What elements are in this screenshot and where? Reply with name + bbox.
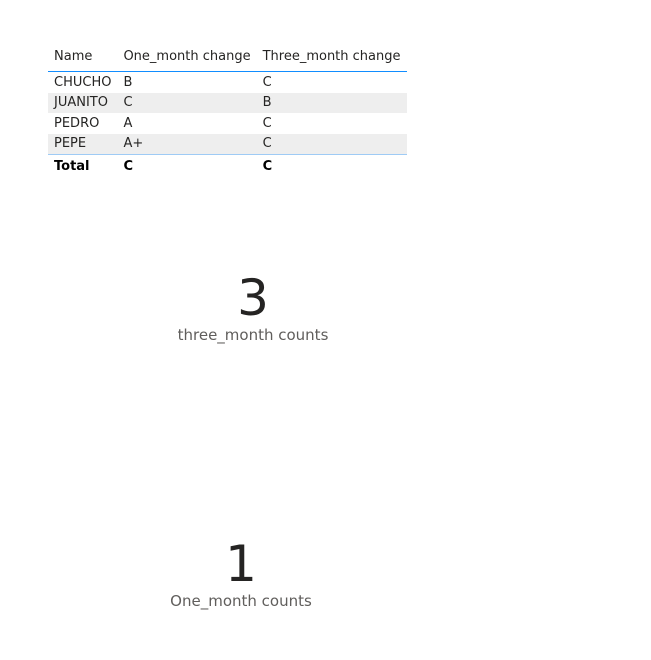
column-header-one-month-change[interactable]: One_month change xyxy=(117,44,256,72)
table-row[interactable]: JUANITO C B xyxy=(48,92,407,113)
cell-three-month-change: B xyxy=(256,92,407,113)
cell-name: PEDRO xyxy=(54,115,100,131)
three-month-counts-card[interactable]: 3 three_month counts xyxy=(153,272,353,344)
table-row[interactable]: CHUCHO B C xyxy=(48,72,407,93)
cell-one-month-change: B xyxy=(123,74,133,90)
table-total-row: Total C C xyxy=(48,155,407,178)
cell-one-month-change: A+ xyxy=(117,133,257,155)
one-month-counts-card[interactable]: 1 One_month counts xyxy=(141,538,341,610)
table-row[interactable]: PEPE A+ C xyxy=(48,133,407,155)
matrix-table-visual: Name One_month change Three_month change… xyxy=(48,44,407,177)
cell-name: CHUCHO xyxy=(54,74,112,90)
card-value: 1 xyxy=(225,535,257,593)
cell-one-month-change: A xyxy=(123,115,133,131)
cell-name: PEPE xyxy=(48,133,118,155)
card-label: One_month counts xyxy=(170,592,312,610)
cell-three-month-change: C xyxy=(262,74,272,90)
total-label: Total xyxy=(54,158,90,174)
column-header-three-month-change[interactable]: Three_month change xyxy=(257,44,407,72)
table-row[interactable]: PEDRO A C xyxy=(48,113,407,134)
table-header-row: Name One_month change Three_month change xyxy=(48,44,407,72)
grades-table: Name One_month change Three_month change… xyxy=(48,44,407,177)
card-label: three_month counts xyxy=(177,326,329,344)
total-three-month-change: C xyxy=(262,158,273,174)
cell-three-month-change: C xyxy=(262,115,272,131)
cell-name: JUANITO xyxy=(48,92,118,113)
cell-three-month-change: C xyxy=(256,133,407,155)
column-header-name[interactable]: Name xyxy=(48,44,117,72)
cell-one-month-change: C xyxy=(117,92,257,113)
total-one-month-change: C xyxy=(123,158,133,174)
card-value: 3 xyxy=(237,269,269,327)
